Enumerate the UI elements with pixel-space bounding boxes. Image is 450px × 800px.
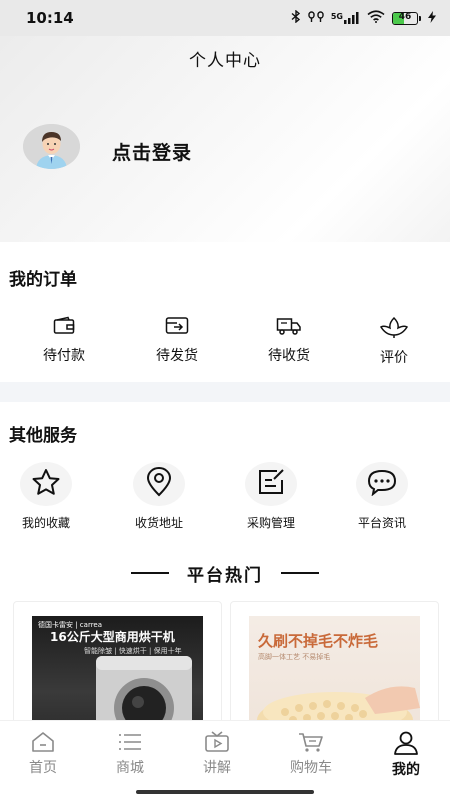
earbuds-icon: [308, 10, 324, 26]
services-title: 其他服务: [9, 426, 77, 446]
ship-box-icon: [132, 316, 222, 336]
order-pending-receipt[interactable]: 待收货: [244, 316, 334, 365]
section-divider: [0, 382, 450, 402]
wifi-icon: [367, 10, 385, 26]
nav-label: 首页: [29, 760, 57, 776]
login-link[interactable]: 点击登录: [112, 138, 192, 165]
service-favorites[interactable]: 我的收藏: [0, 462, 96, 531]
nav-label: 购物车: [290, 760, 332, 776]
services-section: 其他服务 我的收藏 收货地址 采购管理 平台资讯: [0, 402, 450, 542]
service-procurement[interactable]: 采购管理: [221, 462, 321, 531]
charging-icon: [428, 10, 436, 26]
divider-line: [131, 572, 169, 574]
nav-mall[interactable]: 商城: [90, 731, 170, 777]
signal-icon: 5G: [331, 12, 360, 24]
product-subtitle: 智能除皱 | 快速烘干 | 保用十年: [84, 647, 182, 655]
product-subtitle: 高脚一体工艺 不易掉毛: [258, 653, 331, 661]
service-address[interactable]: 收货地址: [109, 462, 209, 531]
edit-list-icon: [257, 468, 285, 500]
status-time: 10:14: [26, 9, 74, 27]
nav-cart[interactable]: 购物车: [271, 731, 351, 777]
order-label: 评价: [380, 350, 408, 366]
nav-label: 我的: [392, 762, 420, 778]
service-label: 我的收藏: [21, 516, 70, 530]
order-pending-shipment[interactable]: 待发货: [132, 316, 222, 365]
order-label: 待发货: [156, 348, 198, 364]
wallet-icon: [19, 316, 109, 336]
bluetooth-icon: [291, 9, 301, 26]
status-icons: 5G 46: [291, 9, 436, 26]
nav-home[interactable]: 首页: [3, 731, 83, 777]
nav-label: 商城: [116, 760, 144, 776]
home-icon: [3, 731, 83, 753]
list-icon: [90, 731, 170, 753]
orders-title: 我的订单: [9, 270, 77, 290]
order-review[interactable]: 评价: [349, 316, 439, 367]
location-pin-icon: [145, 467, 173, 501]
nav-explain[interactable]: 讲解: [177, 731, 257, 777]
hot-heading: 平台热门: [0, 560, 450, 586]
battery-icon: 46: [392, 11, 421, 25]
network-type: 5G: [330, 12, 343, 21]
bottom-nav: 首页 商城 讲解 购物车 我的: [0, 720, 450, 800]
cart-icon: [271, 731, 351, 753]
nav-mine[interactable]: 我的: [366, 731, 446, 779]
tv-icon: [177, 731, 257, 753]
service-news[interactable]: 平台资讯: [332, 462, 432, 531]
battery-text: 46: [398, 11, 412, 22]
truck-icon: [244, 316, 334, 336]
profile-header: 个人中心 点击登录: [0, 36, 450, 242]
product-title: 16公斤大型商用烘干机: [50, 630, 175, 644]
orders-section: 我的订单 待付款 待发货 待收货 评价: [0, 242, 450, 382]
service-label: 平台资讯: [357, 516, 406, 530]
review-icon: [349, 316, 439, 338]
service-label: 采购管理: [246, 516, 295, 530]
page-title: 个人中心: [189, 51, 261, 71]
status-bar: 10:14 5G 46: [0, 0, 450, 36]
user-icon: [366, 731, 446, 755]
divider-line: [281, 572, 319, 574]
nav-label: 讲解: [203, 760, 231, 776]
order-label: 待付款: [43, 348, 85, 364]
star-icon: [31, 468, 61, 500]
order-label: 待收货: [268, 348, 310, 364]
avatar[interactable]: [23, 124, 80, 169]
home-indicator[interactable]: [136, 790, 314, 794]
service-label: 收货地址: [134, 516, 183, 530]
chat-bubble-icon: [366, 468, 398, 500]
order-pending-payment[interactable]: 待付款: [19, 316, 109, 365]
hot-title: 平台热门: [187, 565, 263, 586]
product-title: 久刷不掉毛不炸毛: [258, 632, 379, 650]
